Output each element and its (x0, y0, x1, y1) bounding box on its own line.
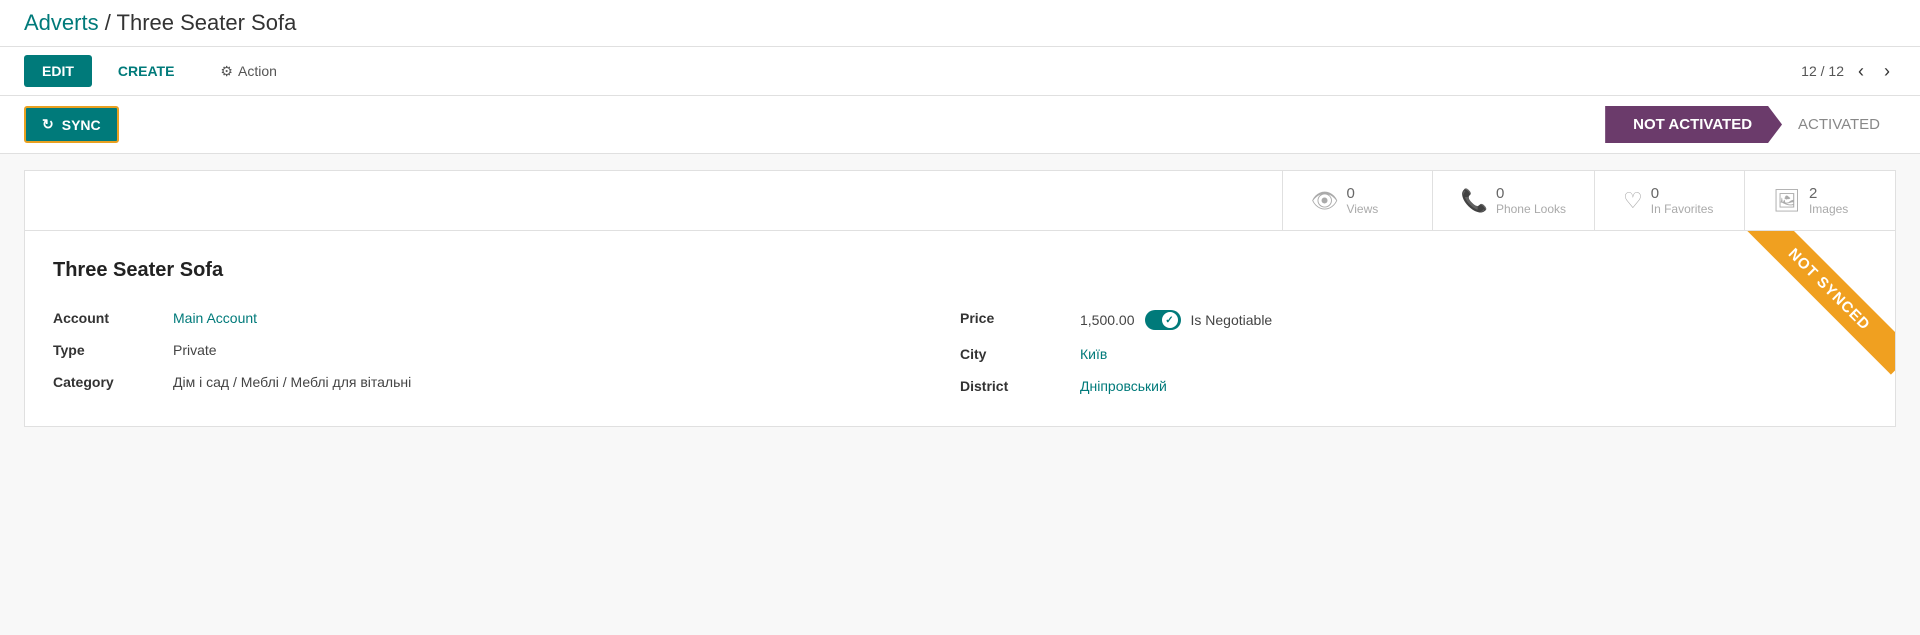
status-bar: NOT ACTIVATED ACTIVATED (1605, 106, 1896, 143)
gear-icon: ⚙ (220, 63, 233, 80)
action-label: Action (238, 63, 277, 79)
views-count: 0 (1346, 185, 1378, 202)
price-value: 1,500.00 (1080, 312, 1135, 328)
field-account: Account Main Account (53, 302, 960, 334)
toggle-check-icon: ✓ (1165, 315, 1173, 326)
sync-button[interactable]: ↻ SYNC (24, 106, 119, 143)
detail-card: Three Seater Sofa Account Main Account T… (24, 230, 1896, 427)
stat-views: 👁 0 Views (1283, 171, 1433, 230)
images-label: Images (1809, 202, 1848, 216)
pagination-display: 12 / 12 (1801, 63, 1844, 79)
content-area: 👁 0 Views 📞 0 Phone Looks ♡ 0 In Favorit… (0, 154, 1920, 443)
price-row: 1,500.00 ✓ Is Negotiable (1080, 310, 1272, 330)
breadcrumb-separator: / (105, 10, 117, 35)
images-icon: 🖼 (1773, 188, 1801, 214)
fields-grid: Account Main Account Type Private Catego… (53, 302, 1867, 402)
phone-looks-count: 0 (1496, 185, 1566, 202)
favorites-label: In Favorites (1651, 202, 1714, 216)
views-label: Views (1346, 202, 1378, 216)
stats-row: 👁 0 Views 📞 0 Phone Looks ♡ 0 In Favorit… (24, 170, 1896, 230)
category-value: Дім і сад / Меблі / Меблі для вітальні (173, 374, 411, 390)
district-label: District (960, 378, 1080, 394)
breadcrumb: Adverts / Three Seater Sofa (24, 10, 296, 36)
stat-phone-looks: 📞 0 Phone Looks (1433, 171, 1595, 230)
field-type: Type Private (53, 334, 960, 366)
fields-right: Price 1,500.00 ✓ Is Negotiable City Київ (960, 302, 1867, 402)
images-count: 2 (1809, 185, 1848, 202)
negotiable-label: Is Negotiable (1191, 312, 1273, 328)
city-label: City (960, 346, 1080, 362)
phone-looks-label: Phone Looks (1496, 202, 1566, 216)
negotiable-toggle[interactable]: ✓ (1145, 310, 1181, 330)
type-label: Type (53, 342, 173, 358)
favorites-count: 0 (1651, 185, 1714, 202)
sync-icon: ↻ (42, 116, 54, 133)
card-title: Three Seater Sofa (53, 259, 1867, 282)
top-bar: Adverts / Three Seater Sofa (0, 0, 1920, 47)
edit-button[interactable]: EDIT (24, 55, 92, 87)
stat-images: 🖼 2 Images (1745, 171, 1895, 230)
next-page-button[interactable]: › (1878, 59, 1896, 84)
field-district: District Дніпровський (960, 370, 1867, 402)
district-value[interactable]: Дніпровський (1080, 378, 1167, 394)
prev-page-button[interactable]: ‹ (1852, 59, 1870, 84)
toolbar: EDIT CREATE ⚙ Action 12 / 12 ‹ › (0, 47, 1920, 96)
price-label: Price (960, 310, 1080, 326)
breadcrumb-parent[interactable]: Adverts (24, 10, 99, 35)
stat-favorites: ♡ 0 In Favorites (1595, 171, 1745, 230)
breadcrumb-current: Three Seater Sofa (117, 10, 297, 35)
pagination: 12 / 12 ‹ › (1801, 59, 1896, 84)
category-label: Category (53, 374, 173, 390)
field-city: City Київ (960, 338, 1867, 370)
sync-label: SYNC (62, 117, 101, 133)
phone-icon: 📞 (1461, 188, 1488, 214)
status-activated[interactable]: ACTIVATED (1782, 106, 1896, 143)
views-icon: 👁 (1311, 188, 1339, 214)
fields-left: Account Main Account Type Private Catego… (53, 302, 960, 402)
type-value: Private (173, 342, 217, 358)
favorites-icon: ♡ (1623, 188, 1643, 214)
account-value[interactable]: Main Account (173, 310, 257, 326)
field-price: Price 1,500.00 ✓ Is Negotiable (960, 302, 1867, 338)
account-label: Account (53, 310, 173, 326)
sync-bar: ↻ SYNC NOT ACTIVATED ACTIVATED (0, 96, 1920, 154)
field-category: Category Дім і сад / Меблі / Меблі для в… (53, 366, 960, 398)
city-value[interactable]: Київ (1080, 346, 1107, 362)
action-button[interactable]: ⚙ Action (220, 63, 276, 80)
status-not-activated[interactable]: NOT ACTIVATED (1605, 106, 1782, 143)
create-button[interactable]: CREATE (100, 55, 193, 87)
